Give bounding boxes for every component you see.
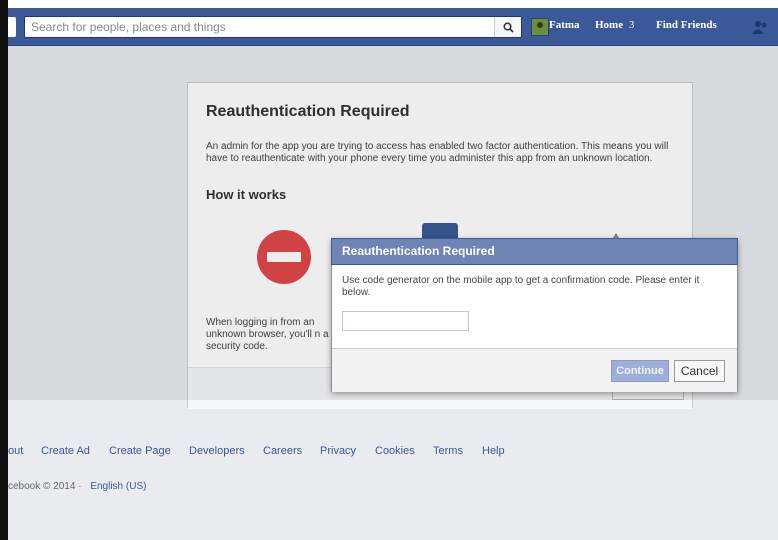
home-count-badge: 3 [628,19,635,31]
footer-link-help[interactable]: Help [482,445,505,457]
copyright-line: cebook © 2014 · English (US) [8,481,146,492]
continue-button[interactable]: Continue [611,360,669,382]
facebook-logo[interactable] [8,17,16,37]
home-link[interactable]: Home 3 [595,19,634,31]
window-left-edge [0,0,8,540]
footer-link-careers[interactable]: Careers [263,445,302,457]
profile-link[interactable]: Fatma [549,19,580,31]
search-input[interactable] [25,17,497,37]
footer-link-about[interactable]: out [8,445,23,457]
confirmation-code-input[interactable] [342,311,469,331]
search-button[interactable] [494,17,521,37]
home-label: Home [595,19,624,31]
footer-link-create-ad[interactable]: Create Ad [41,445,90,457]
footer-link-create-page[interactable]: Create Page [109,445,171,457]
window-top-edge [0,0,778,8]
reauth-dialog: Reauthentication Required Use code gener… [331,238,738,392]
search-icon [502,21,514,33]
find-friends-link[interactable]: Find Friends [656,19,717,31]
dialog-title: Reauthentication Required [331,238,738,265]
dialog-footer: Continue Cancel [332,348,737,392]
cancel-button[interactable]: Cancel [674,360,725,382]
search-box [24,16,522,38]
user-avatar[interactable] [531,18,549,36]
dialog-message: Use code generator on the mobile app to … [342,275,700,298]
copyright-text: cebook © 2014 · [8,481,82,492]
footer-link-cookies[interactable]: Cookies [375,445,415,457]
footer-link-developers[interactable]: Developers [189,445,245,457]
friend-requests-icon[interactable] [752,20,768,34]
language-link[interactable]: English (US) [90,481,146,492]
footer-link-privacy[interactable]: Privacy [320,445,356,457]
top-navigation-bar: Fatma Home 3 Find Friends [8,8,778,46]
footer-link-terms[interactable]: Terms [433,445,463,457]
